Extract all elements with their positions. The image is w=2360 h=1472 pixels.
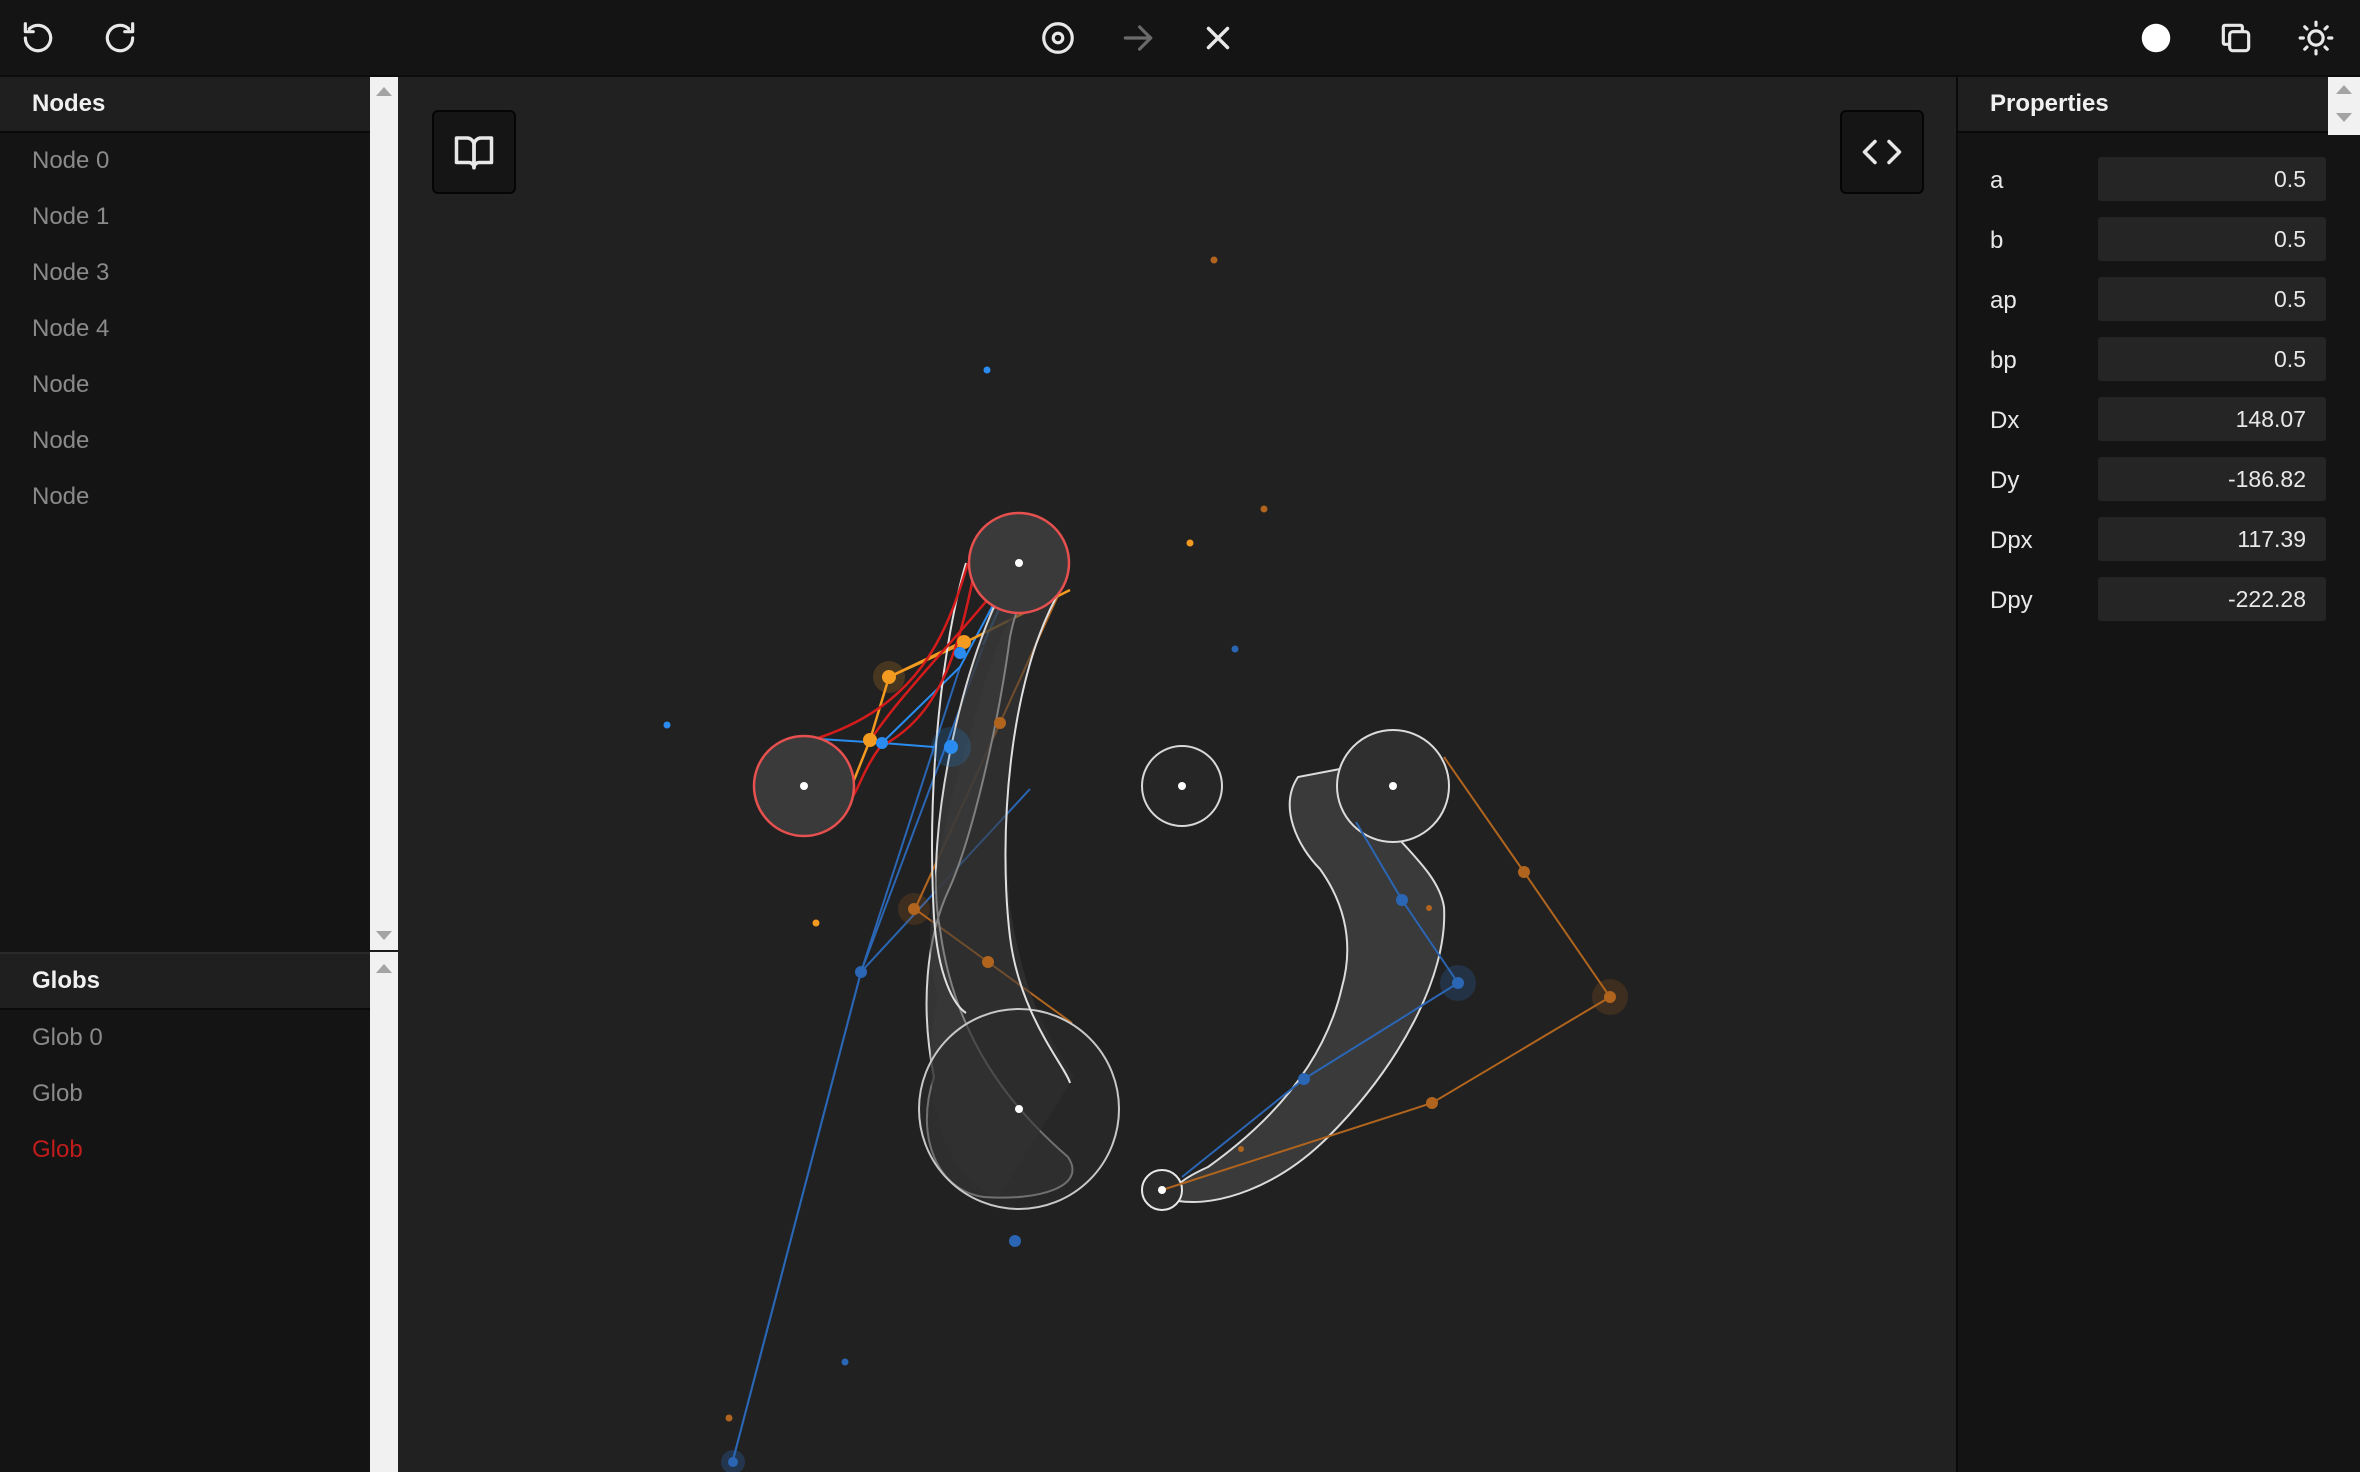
filled-circle-icon xyxy=(2141,23,2171,53)
redo-icon xyxy=(105,22,135,53)
code-button[interactable] xyxy=(1840,110,1924,194)
property-row-ap: ap xyxy=(1958,269,2360,329)
globs-header: Globs xyxy=(0,954,370,1010)
list-item-node[interactable]: Node xyxy=(0,357,370,413)
record-button[interactable] xyxy=(2132,14,2180,62)
target-button[interactable] xyxy=(1034,14,1082,62)
property-input-a[interactable] xyxy=(2098,157,2326,201)
property-label: bp xyxy=(1990,347,2017,374)
scroll-up-arrow[interactable] xyxy=(2336,85,2352,94)
list-item-node[interactable]: Node 4 xyxy=(0,301,370,357)
docs-button[interactable] xyxy=(432,110,516,194)
list-item-glob[interactable]: Glob xyxy=(0,1066,370,1122)
property-input-ap[interactable] xyxy=(2098,277,2326,321)
property-row-a: a xyxy=(1958,149,2360,209)
property-row-dpx: Dpx xyxy=(1958,509,2360,569)
property-row-dy: Dy xyxy=(1958,449,2360,509)
list-item-node[interactable]: Node 1 xyxy=(0,189,370,245)
close-icon xyxy=(1206,26,1230,50)
property-input-b[interactable] xyxy=(2098,217,2326,261)
app-window: Nodes Node 0 Node 1 Node 3 Node 4 Node N… xyxy=(0,0,2360,1472)
code-icon xyxy=(1862,139,1902,165)
redo-button[interactable] xyxy=(96,14,144,62)
target-icon xyxy=(1042,22,1074,54)
property-label: Dpx xyxy=(1990,527,2033,554)
property-input-bp[interactable] xyxy=(2098,337,2326,381)
globs-panel: Globs Glob 0 Glob Glob xyxy=(0,952,370,1472)
property-label: Dpy xyxy=(1990,587,2033,614)
nodes-header: Nodes xyxy=(0,77,370,133)
scene-drawing[interactable] xyxy=(398,77,1956,1472)
copy-icon xyxy=(2221,23,2251,53)
scroll-down-arrow[interactable] xyxy=(2336,113,2352,122)
globs-scrollbar[interactable] xyxy=(370,952,398,1472)
nodes-scrollbar[interactable] xyxy=(370,77,398,950)
copy-button[interactable] xyxy=(2212,14,2260,62)
property-input-dpy[interactable] xyxy=(2098,577,2326,621)
properties-scrollbar[interactable] xyxy=(2328,77,2360,135)
book-icon xyxy=(454,136,494,170)
top-toolbar xyxy=(0,0,2360,77)
globs-list: Glob 0 Glob Glob xyxy=(0,1010,370,1178)
scroll-down-arrow[interactable] xyxy=(376,931,392,940)
list-item-glob[interactable]: Glob 0 xyxy=(0,1010,370,1066)
next-button[interactable] xyxy=(1114,14,1162,62)
nodes-list: Node 0 Node 1 Node 3 Node 4 Node Node No… xyxy=(0,133,370,525)
property-label: ap xyxy=(1990,287,2017,314)
left-sidebar: Nodes Node 0 Node 1 Node 3 Node 4 Node N… xyxy=(0,77,370,1472)
property-row-bp: bp xyxy=(1958,329,2360,389)
theme-toggle-button[interactable] xyxy=(2292,14,2340,62)
list-item-node[interactable]: Node 3 xyxy=(0,245,370,301)
property-label: b xyxy=(1990,227,2004,254)
property-input-dpx[interactable] xyxy=(2098,517,2326,561)
property-row-b: b xyxy=(1958,209,2360,269)
property-row-dx: Dx xyxy=(1958,389,2360,449)
glob-canvas[interactable] xyxy=(398,77,1956,1472)
property-input-dy[interactable] xyxy=(2098,457,2326,501)
scroll-up-arrow[interactable] xyxy=(376,964,392,973)
property-label: Dy xyxy=(1990,467,2020,494)
sun-icon xyxy=(2298,20,2334,56)
list-item-node[interactable]: Node 0 xyxy=(0,133,370,189)
undo-icon xyxy=(23,22,53,53)
property-row-dpy: Dpy xyxy=(1958,569,2360,629)
list-item-glob-selected[interactable]: Glob xyxy=(0,1122,370,1178)
list-item-node[interactable]: Node xyxy=(0,413,370,469)
list-item-node[interactable]: Node xyxy=(0,469,370,525)
arrow-right-icon xyxy=(1123,25,1153,51)
scroll-up-arrow[interactable] xyxy=(376,87,392,96)
property-label: Dx xyxy=(1990,407,2020,434)
properties-header: Properties xyxy=(1958,77,2360,133)
property-label: a xyxy=(1990,167,2004,194)
properties-sidebar: Properties a b ap bp Dx Dy Dpx xyxy=(1956,77,2360,1472)
property-input-dx[interactable] xyxy=(2098,397,2326,441)
close-button[interactable] xyxy=(1194,14,1242,62)
nodes-panel: Nodes Node 0 Node 1 Node 3 Node 4 Node N… xyxy=(0,77,370,952)
undo-button[interactable] xyxy=(14,14,62,62)
